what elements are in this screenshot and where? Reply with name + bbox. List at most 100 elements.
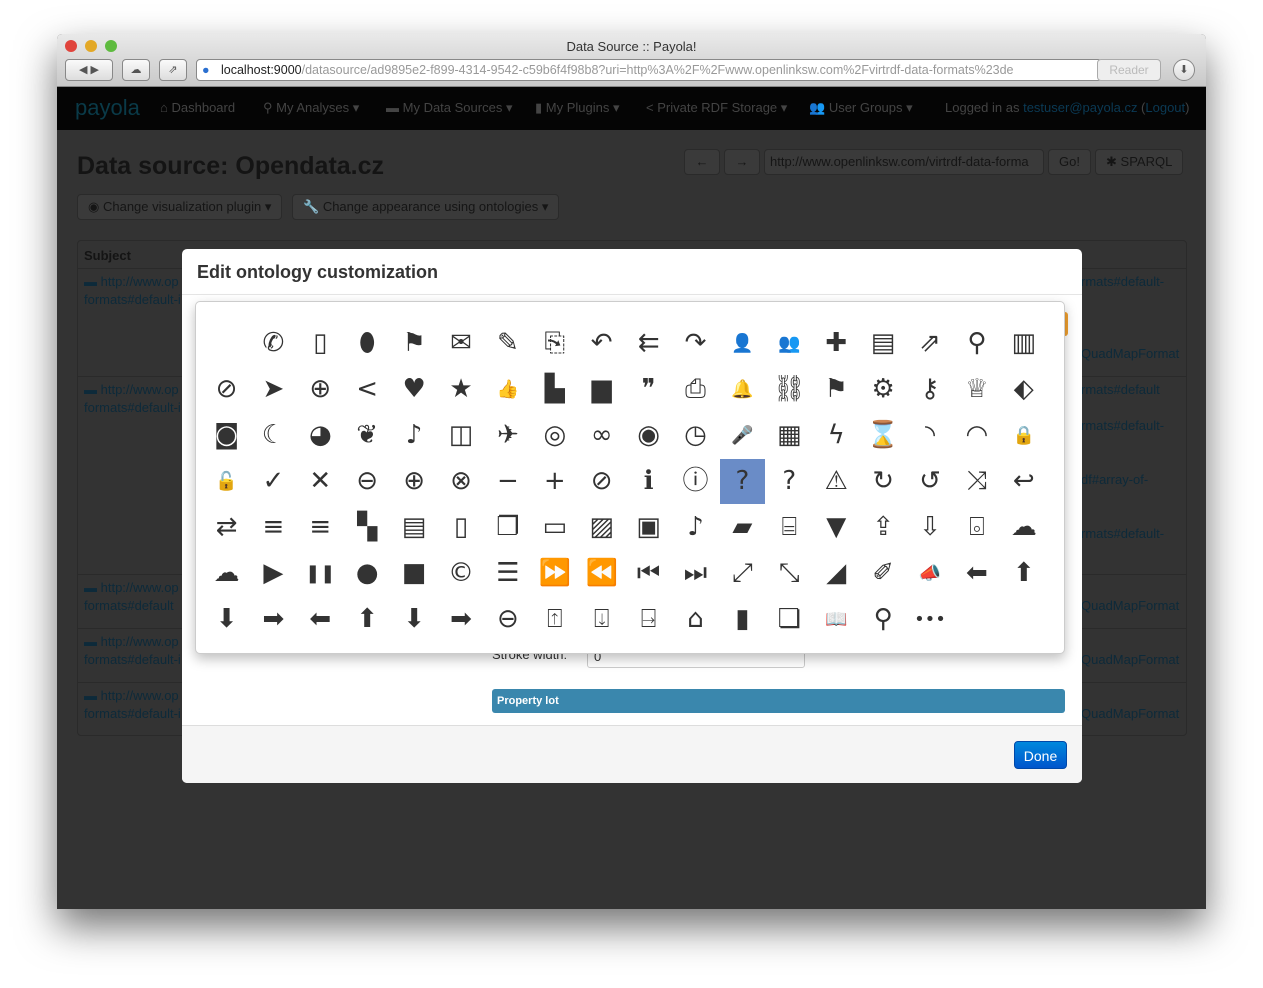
reader-button[interactable]: Reader <box>1097 59 1161 81</box>
backward-icon[interactable]: ⏪ <box>579 551 624 596</box>
plane-icon[interactable]: ✈ <box>485 413 530 458</box>
table-cell[interactable]: QuadMapFormat <box>1081 652 1179 667</box>
icloud-icon[interactable]: ☁ <box>122 59 150 81</box>
arrow-up-icon[interactable]: ⬆ <box>1001 551 1046 596</box>
question-icon[interactable]: ? <box>719 459 765 504</box>
file-text-icon[interactable]: ▤ <box>392 505 437 550</box>
info-icon[interactable]: ℹ <box>626 459 671 504</box>
arrow-up-thin-icon[interactable]: ⬆ <box>345 597 390 642</box>
group-icon[interactable]: 👥 <box>767 321 812 366</box>
hourglass-icon[interactable]: ⌛ <box>861 413 906 458</box>
folder-open-icon[interactable]: ▰ <box>720 505 765 550</box>
plus-icon[interactable]: + <box>532 459 577 504</box>
palette-icon[interactable]: ◕ <box>298 413 343 458</box>
list-add-icon[interactable]: ≡ <box>298 505 343 550</box>
step-backward-icon[interactable]: ⏮ <box>626 551 671 596</box>
nav-my-data-sources[interactable]: ▬ My Data Sources ▾ <box>386 100 512 116</box>
change-visualization-button[interactable]: ◉ Change visualization plugin ▾ <box>77 194 283 220</box>
flashlight-icon[interactable]: ⚷ <box>908 367 953 412</box>
ban-icon[interactable]: ⊘ <box>579 459 624 504</box>
table-cell[interactable]: rmats#default- <box>1081 526 1164 541</box>
arrow-left-icon[interactable]: ⬅ <box>954 551 999 596</box>
reply-all-icon[interactable]: ⇇ <box>626 321 671 366</box>
cloud-upload-icon[interactable]: ☁ <box>204 551 249 596</box>
upload-icon[interactable]: ⇪ <box>861 505 906 550</box>
cc-icon[interactable]: © <box>439 551 484 596</box>
compress-icon[interactable]: ⤡ <box>767 551 812 596</box>
play-icon[interactable]: ▶ <box>251 551 296 596</box>
table-cell[interactable]: rmats#default- <box>1081 274 1164 289</box>
bolt-icon[interactable]: ϟ <box>814 413 859 458</box>
tag-icon[interactable]: ⬖ <box>1001 367 1046 412</box>
microphone-icon[interactable]: 🎤 <box>720 413 765 458</box>
book-open-icon[interactable]: 📖 <box>814 597 859 642</box>
cloud-icon[interactable]: ☁ <box>1001 505 1046 550</box>
table-cell[interactable]: ▬ http://www.op formats#default-i <box>84 381 184 417</box>
calendar-icon[interactable]: ▦ <box>767 413 812 458</box>
share-icon[interactable]: ⇗ <box>908 321 953 366</box>
remove-icon[interactable]: ✕ <box>298 459 343 504</box>
paperclip-icon[interactable]: ⎘ <box>532 321 577 366</box>
leaf-icon[interactable]: ❦ <box>345 413 390 458</box>
circle-arrow-down-icon[interactable]: ⍗ <box>579 597 624 642</box>
reply-icon[interactable]: ↶ <box>579 321 624 366</box>
arrow-right-thin-icon[interactable]: ➡ <box>439 597 484 642</box>
rss-icon[interactable]: ◝ <box>908 413 953 458</box>
mouse-icon[interactable]: ⬮ <box>345 321 390 366</box>
clock-icon[interactable]: ◷ <box>673 413 718 458</box>
envelope-icon[interactable]: ✉ <box>439 321 484 366</box>
comments-icon[interactable]: ▙ <box>532 367 577 412</box>
step-forward-icon[interactable]: ⏭ <box>673 551 718 596</box>
circle-arrow-right-icon[interactable]: ⍈ <box>626 597 671 642</box>
nav-private-rdf-storage[interactable]: < Private RDF Storage ▾ <box>646 100 787 116</box>
shopping-bag-icon[interactable]: ◫ <box>439 413 484 458</box>
table-cell[interactable]: ▬ http://www.op formats#default <box>84 579 184 615</box>
rectangle-icon[interactable]: ▭ <box>532 505 577 550</box>
uri-input[interactable]: http://www.openlinksw.com/virtrdf-data-f… <box>764 149 1044 175</box>
stop-icon[interactable]: ■ <box>392 551 437 596</box>
table-cell[interactable]: df#array-of- <box>1081 472 1148 487</box>
minus-icon[interactable]: − <box>485 459 530 504</box>
wifi-icon[interactable]: ◠ <box>954 413 999 458</box>
question-sign-icon[interactable]: ? <box>767 459 812 504</box>
unlock-icon[interactable]: 🔓 <box>204 459 249 504</box>
ok-icon[interactable]: ✓ <box>251 459 296 504</box>
crosshairs-icon[interactable]: ⊕ <box>298 367 343 412</box>
table-cell[interactable]: QuadMapFormat <box>1081 706 1179 721</box>
nav-my-analyses[interactable]: ⚲ My Analyses ▾ <box>263 100 359 116</box>
trophy-icon[interactable]: ♕ <box>954 367 999 412</box>
tablet-icon[interactable]: ▯ <box>439 505 484 550</box>
circle-arrow-left-icon[interactable]: ⊖ <box>485 597 530 642</box>
table-cell[interactable]: ▬ http://www.op formats#default-i <box>84 687 184 723</box>
retweet-icon[interactable]: ⇄ <box>204 505 249 550</box>
print-icon[interactable]: ⎙ <box>673 367 718 412</box>
link-icon[interactable]: ⛓ <box>767 367 812 412</box>
done-button[interactable]: Done <box>1014 741 1067 769</box>
pause-icon[interactable]: ❚❚ <box>298 551 343 596</box>
quote-icon[interactable]: ❞ <box>626 367 671 412</box>
nav-my-plugins[interactable]: ▮ My Plugins ▾ <box>535 100 620 116</box>
back-forward-buttons[interactable]: ◀ ▶ <box>65 59 113 81</box>
forward-icon[interactable]: ↷ <box>673 321 718 366</box>
user-icon[interactable]: 👤 <box>720 321 765 366</box>
comment-icon[interactable]: ▆ <box>579 367 624 412</box>
compass-icon[interactable]: ⊘ <box>204 367 249 412</box>
download-icon[interactable]: ⇩ <box>908 505 953 550</box>
film-icon[interactable]: ▣ <box>626 505 671 550</box>
back-button[interactable]: ← <box>684 149 720 175</box>
copy-icon[interactable]: ❐ <box>485 505 530 550</box>
home-icon[interactable]: ⌂ <box>673 597 718 642</box>
random-icon[interactable]: ⤨ <box>954 459 999 504</box>
music-icon[interactable]: ♪ <box>392 413 437 458</box>
go-button[interactable]: Go! <box>1048 149 1091 175</box>
table-cell[interactable]: QuadMapFormat <box>1081 346 1179 361</box>
unlink-icon[interactable]: ∞ <box>579 413 624 458</box>
user-link[interactable]: testuser@payola.cz <box>1023 100 1137 115</box>
ellipsis-icon[interactable]: ••• <box>908 597 953 642</box>
nav-user-groups[interactable]: 👥 User Groups ▾ <box>809 100 913 116</box>
arrow-right-icon[interactable]: ➡ <box>251 597 296 642</box>
lock-icon[interactable]: 🔒 <box>1001 413 1046 458</box>
inbox-icon[interactable]: ⌸ <box>767 505 812 550</box>
minus-sign-icon[interactable]: ⊖ <box>345 459 390 504</box>
search-icon[interactable]: ⚲ <box>861 597 906 642</box>
